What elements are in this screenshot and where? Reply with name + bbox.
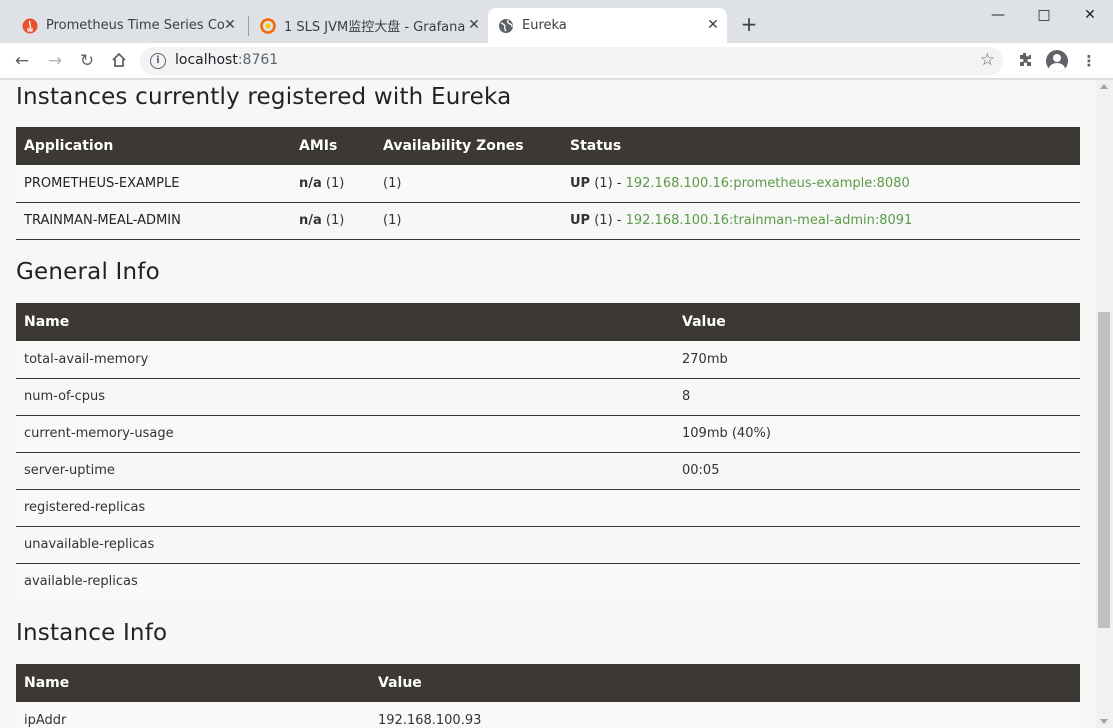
amis-value: n/a (299, 213, 322, 228)
url-port: :8761 (237, 52, 279, 68)
instance-link[interactable]: 192.168.100.16:trainman-meal-admin:8091 (626, 213, 913, 228)
address-bar[interactable]: i localhost:8761 ☆ (140, 47, 1003, 75)
col-application: Application (16, 127, 291, 165)
amis-count: (1) (321, 213, 345, 228)
info-value: 00:05 (674, 452, 1080, 490)
zones-cell: (1) (375, 202, 562, 240)
grafana-icon (260, 17, 276, 34)
url-text: localhost:8761 (175, 52, 278, 68)
info-value (674, 563, 1080, 600)
col-value: Value (370, 664, 1080, 702)
close-window-button[interactable]: ✕ (1067, 4, 1113, 26)
tab-title: Eureka (522, 18, 567, 33)
table-row: registered-replicas (16, 489, 1080, 527)
zones-cell: (1) (375, 165, 562, 203)
info-name: num-of-cpus (16, 378, 674, 416)
tab-strip: Prometheus Time Series Collec ✕ 1 SLS JV… (0, 0, 1113, 43)
url-host: localhost (175, 52, 238, 68)
col-name: Name (16, 303, 674, 341)
globe-icon (498, 18, 514, 34)
info-name: total-avail-memory (16, 341, 674, 379)
close-icon[interactable]: ✕ (466, 17, 482, 33)
status-cell: UP (1) - 192.168.100.16:prometheus-examp… (562, 165, 1080, 203)
tab-separator (248, 16, 249, 36)
scrollbar-thumb[interactable] (1098, 312, 1110, 628)
col-name: Name (16, 664, 370, 702)
table-row: PROMETHEUS-EXAMPLE n/a (1) (1) UP (1) - … (16, 165, 1080, 203)
reload-button[interactable]: ↻ (77, 51, 97, 71)
tab-title: 1 SLS JVM监控大盘 - Grafana (284, 20, 466, 35)
app-name: PROMETHEUS-EXAMPLE (16, 165, 291, 203)
table-row: TRAINMAN-MEAL-ADMIN n/a (1) (1) UP (1) -… (16, 202, 1080, 240)
status-count: (1) - (590, 213, 626, 228)
general-info-heading: General Info (16, 259, 160, 285)
table-row: available-replicas (16, 563, 1080, 600)
page-viewport: Instances currently registered with Eure… (0, 80, 1096, 728)
info-name: available-replicas (16, 563, 674, 600)
instance-link[interactable]: 192.168.100.16:prometheus-example:8080 (626, 176, 910, 191)
close-icon[interactable]: ✕ (705, 17, 721, 33)
site-info-icon[interactable]: i (150, 53, 166, 69)
tab-eureka[interactable]: Eureka ✕ (488, 8, 727, 43)
bookmark-star-icon[interactable]: ☆ (980, 50, 995, 70)
info-name: current-memory-usage (16, 415, 674, 453)
general-info-table: Name Value total-avail-memory 270mb num-o… (16, 303, 1080, 600)
menu-icon[interactable]: ⋮ (1079, 51, 1099, 71)
amis-value: n/a (299, 175, 322, 191)
instance-info-table: Name Value ipAddr 192.168.100.93 (16, 664, 1080, 728)
amis-count: (1) (321, 175, 345, 191)
instances-heading: Instances currently registered with Eure… (16, 84, 512, 110)
info-value: 109mb (40%) (674, 415, 1080, 453)
scroll-up-arrow-icon[interactable] (1100, 84, 1108, 89)
amis-cell: n/a (1) (291, 202, 375, 240)
forward-button[interactable]: → (45, 51, 65, 71)
col-value: Value (674, 303, 1080, 341)
maximize-button[interactable]: □ (1021, 4, 1067, 26)
info-name: unavailable-replicas (16, 526, 674, 564)
instance-info-heading: Instance Info (16, 620, 168, 646)
amis-cell: n/a (1) (291, 165, 375, 203)
vertical-scrollbar[interactable] (1096, 80, 1113, 728)
app-name: TRAINMAN-MEAL-ADMIN (16, 202, 291, 240)
table-row: current-memory-usage 109mb (40%) (16, 415, 1080, 453)
table-row: server-uptime 00:05 (16, 452, 1080, 490)
table-row: unavailable-replicas (16, 526, 1080, 564)
tab-title: Prometheus Time Series Collec (46, 18, 226, 33)
status-value: UP (570, 175, 591, 191)
info-name: server-uptime (16, 452, 674, 490)
minimize-button[interactable]: — (975, 4, 1021, 26)
status-count: (1) - (590, 175, 626, 191)
info-name: ipAddr (16, 702, 370, 728)
table-row: num-of-cpus 8 (16, 378, 1080, 416)
col-status: Status (562, 127, 1080, 165)
new-tab-button[interactable]: + (739, 14, 759, 34)
close-icon[interactable]: ✕ (222, 17, 238, 33)
extensions-icon[interactable] (1015, 51, 1035, 71)
status-value: UP (570, 213, 591, 228)
home-icon (112, 52, 126, 67)
tab-prometheus[interactable]: Prometheus Time Series Collec ✕ (14, 8, 244, 43)
status-cell: UP (1) - 192.168.100.16:trainman-meal-ad… (562, 202, 1080, 240)
prometheus-icon (22, 18, 38, 34)
table-row: total-avail-memory 270mb (16, 341, 1080, 379)
info-value (674, 489, 1080, 527)
info-value: 8 (674, 378, 1080, 416)
tab-grafana[interactable]: 1 SLS JVM监控大盘 - Grafana ✕ (252, 8, 488, 43)
col-availability-zones: Availability Zones (375, 127, 562, 165)
back-button[interactable]: ← (12, 51, 32, 71)
browser-toolbar: ← → ↻ i localhost:8761 ☆ ⋮ (0, 43, 1113, 79)
info-name: registered-replicas (16, 489, 674, 527)
table-row: ipAddr 192.168.100.93 (16, 702, 1080, 728)
info-value: 192.168.100.93 (370, 702, 1080, 728)
instances-table: Application AMIs Availability Zones Stat… (16, 127, 1080, 240)
info-value (674, 526, 1080, 564)
info-value: 270mb (674, 341, 1080, 379)
home-button[interactable] (109, 51, 129, 71)
profile-avatar[interactable] (1046, 50, 1068, 72)
col-amis: AMIs (291, 127, 375, 165)
scroll-down-arrow-icon[interactable] (1100, 719, 1108, 724)
